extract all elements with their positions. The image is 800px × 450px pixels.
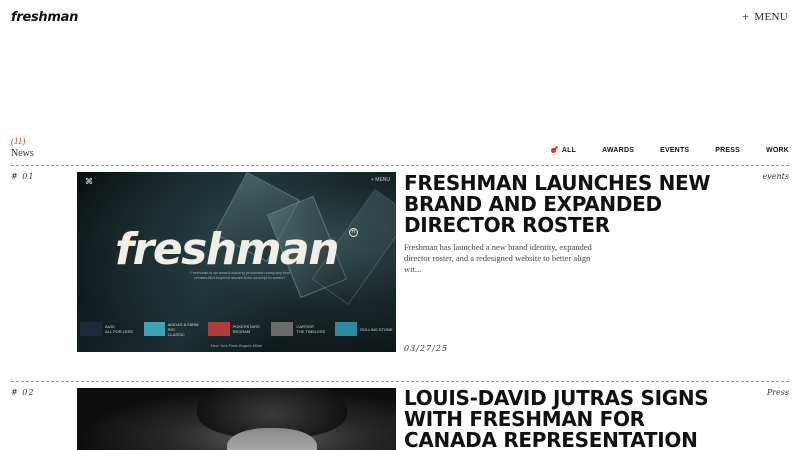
filter-work[interactable]: WORK — [766, 147, 789, 154]
filter-label: PRESS — [715, 147, 741, 154]
divider — [11, 381, 789, 382]
filter-label: AWARDS — [602, 147, 635, 154]
filter-label: EVENTS — [660, 147, 690, 154]
freshman-logo[interactable]: freshman — [11, 10, 78, 25]
registered-mark-icon: R — [349, 228, 358, 237]
strip-sub: ALL FOR LESS — [105, 329, 133, 334]
filter-events[interactable]: EVENTS — [660, 147, 689, 154]
filter-all[interactable]: ALL — [550, 147, 577, 154]
filter-label: ALL — [561, 147, 577, 154]
menu-button[interactable]: + MENU — [741, 9, 788, 24]
article-summary: Freshman has launched a new brand identi… — [404, 242, 592, 274]
strip-swatch — [207, 322, 230, 336]
thumbnail-wordmark: freshman — [115, 224, 340, 275]
filter-awards[interactable]: AWARDS — [602, 147, 634, 154]
mini-logo-icon: ⌘ — [85, 177, 93, 186]
plus-icon: + — [741, 9, 750, 24]
thumbnail-tagline: Freshman is an award-winning production … — [190, 270, 290, 280]
article-title[interactable]: LOUIS-DAVID JUTRAS SIGNS WITH FRESHMAN F… — [404, 388, 734, 450]
strip-item: POKERSTARS REGRAM — [205, 321, 269, 337]
article-thumbnail[interactable] — [77, 388, 396, 450]
article-category[interactable]: Press — [767, 388, 789, 397]
strip-item: AUDI ALL FOR LESS — [77, 321, 141, 337]
article-category[interactable]: events — [763, 172, 789, 181]
news-filter-bar: ALL AWARDS EVENTS PRESS WORK — [525, 147, 789, 154]
thumbnail-footer: New York Paris Bogota Milan — [210, 343, 263, 348]
strip-sub: THE TIMELESS — [296, 329, 326, 334]
strip-title: ROLLING STONE — [360, 326, 393, 332]
mini-menu: + MENU — [370, 177, 390, 183]
strip-title: ADIDAS & FARM RIO — [167, 321, 199, 332]
article-number: # 02 — [11, 388, 35, 397]
strip-item: ADIDAS & FARM RIO CLASSIC — [141, 321, 205, 337]
article-title[interactable]: FRESHMAN LAUNCHES NEW BRAND AND EXPANDED… — [404, 173, 734, 236]
section-title: News — [11, 148, 34, 159]
article-number: # 01 — [11, 172, 35, 181]
strip-swatch — [143, 322, 165, 336]
strip-sub: REGRAM — [232, 329, 251, 334]
strip-swatch — [335, 322, 358, 336]
divider — [11, 165, 789, 166]
strip-item: CARTIER THE TIMELESS — [268, 321, 332, 337]
article-thumbnail[interactable]: ⌘ + MENU freshman R Freshman is an award… — [77, 172, 396, 352]
filter-label: WORK — [766, 147, 789, 154]
strip-swatch — [80, 322, 102, 336]
article-date: 03/27/25 — [404, 344, 448, 353]
strip-item: ROLLING STONE — [332, 321, 396, 337]
strip-sub: CLASSIC — [167, 331, 185, 337]
news-count: (11) — [11, 136, 26, 146]
thumbnail-work-strip: AUDI ALL FOR LESS ADIDAS & FARM RIO CLASSI… — [77, 321, 396, 337]
active-filter-icon — [550, 147, 558, 154]
menu-label: MENU — [754, 11, 788, 23]
filter-press[interactable]: PRESS — [715, 147, 740, 154]
strip-swatch — [271, 322, 294, 336]
